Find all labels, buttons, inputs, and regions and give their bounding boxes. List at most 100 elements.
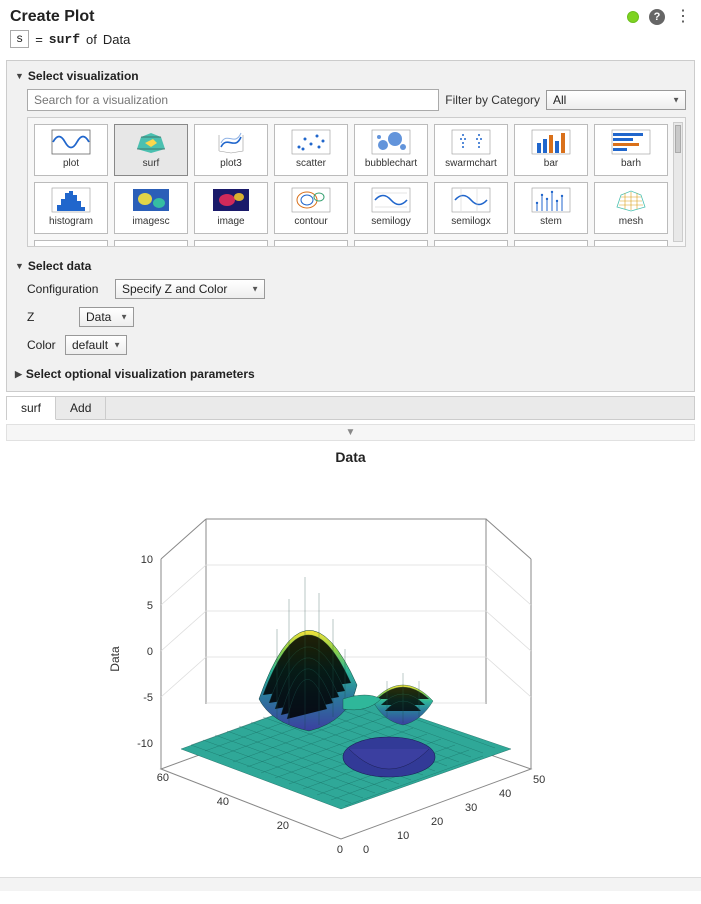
output-variable-box[interactable]: s bbox=[10, 30, 29, 48]
y-tick: 40 bbox=[216, 796, 228, 808]
viz-more[interactable] bbox=[434, 240, 508, 247]
viz-label: imagesc bbox=[132, 216, 169, 227]
y-tick: 60 bbox=[156, 772, 168, 784]
viz-label: plot bbox=[63, 158, 79, 169]
collapse-triangle-icon: ▼ bbox=[15, 71, 24, 81]
panel-collapse-handle[interactable]: ▼ bbox=[6, 424, 695, 441]
viz-barh[interactable]: barh bbox=[594, 124, 668, 176]
function-name: surf bbox=[49, 32, 80, 47]
filter-label: Filter by Category bbox=[445, 93, 540, 107]
y-tick: 20 bbox=[276, 820, 288, 832]
bubblechart-icon bbox=[371, 128, 411, 156]
histogram-icon bbox=[51, 186, 91, 214]
kebab-menu-icon[interactable]: ⋮ bbox=[675, 9, 691, 25]
z-tick: -5 bbox=[143, 692, 153, 704]
select-data-header[interactable]: ▼ Select data bbox=[15, 257, 686, 275]
select-params-header[interactable]: ▶ Select optional visualization paramete… bbox=[15, 365, 686, 383]
plot-preview: Data bbox=[12, 449, 689, 869]
color-label: Color bbox=[27, 338, 57, 352]
help-icon[interactable]: ? bbox=[649, 9, 665, 25]
filter-category-select[interactable]: All bbox=[546, 90, 686, 110]
viz-bubblechart[interactable]: bubblechart bbox=[354, 124, 428, 176]
config-panel: ▼ Select visualization Filter by Categor… bbox=[6, 60, 695, 392]
scrollbar-thumb[interactable] bbox=[675, 125, 681, 153]
search-input[interactable] bbox=[27, 89, 439, 111]
z-tick: 5 bbox=[146, 600, 152, 612]
gallery-scrollbar[interactable] bbox=[673, 122, 683, 242]
status-bar bbox=[0, 877, 701, 891]
viz-label: mesh bbox=[619, 216, 643, 227]
viz-mesh[interactable]: mesh bbox=[594, 182, 668, 234]
z-tick: 0 bbox=[146, 646, 152, 658]
viz-more[interactable] bbox=[274, 240, 348, 247]
viz-label: plot3 bbox=[220, 158, 242, 169]
color-select[interactable]: default bbox=[65, 335, 127, 355]
viz-contour[interactable]: contour bbox=[274, 182, 348, 234]
of-text: of bbox=[86, 32, 97, 47]
semilogy-icon bbox=[371, 186, 411, 214]
expand-triangle-icon: ▶ bbox=[15, 369, 22, 380]
viz-label: histogram bbox=[49, 216, 93, 227]
viz-image[interactable]: image bbox=[194, 182, 268, 234]
z-tick: 10 bbox=[140, 554, 152, 566]
swarmchart-icon bbox=[451, 128, 491, 156]
visualization-gallery: plot surf plot3 scatter bubblechart swar… bbox=[27, 117, 686, 247]
viz-label: swarmchart bbox=[445, 158, 497, 169]
viz-more[interactable] bbox=[34, 240, 108, 247]
viz-more[interactable] bbox=[114, 240, 188, 247]
viz-more[interactable] bbox=[194, 240, 268, 247]
x-tick: 20 bbox=[431, 816, 443, 828]
x-tick: 10 bbox=[397, 830, 409, 842]
mesh-icon bbox=[611, 186, 651, 214]
z-axis-label: Data bbox=[108, 646, 122, 672]
viz-stem[interactable]: stem bbox=[514, 182, 588, 234]
viz-semilogx[interactable]: semilogx bbox=[434, 182, 508, 234]
scatter-icon bbox=[291, 128, 331, 156]
viz-more[interactable] bbox=[354, 240, 428, 247]
plot3-icon bbox=[211, 128, 251, 156]
viz-scatter[interactable]: scatter bbox=[274, 124, 348, 176]
barh-icon bbox=[611, 128, 651, 156]
viz-label: bar bbox=[544, 158, 558, 169]
semilogx-icon bbox=[451, 186, 491, 214]
bar-icon bbox=[531, 128, 571, 156]
viz-label: image bbox=[217, 216, 244, 227]
plot-title: Data bbox=[12, 449, 689, 465]
viz-plot3[interactable]: plot3 bbox=[194, 124, 268, 176]
equals-sign: = bbox=[35, 32, 43, 47]
viz-swarmchart[interactable]: swarmchart bbox=[434, 124, 508, 176]
viz-label: barh bbox=[621, 158, 641, 169]
status-indicator-icon bbox=[627, 11, 639, 23]
viz-label: contour bbox=[294, 216, 327, 227]
viz-label: bubblechart bbox=[365, 158, 417, 169]
imagesc-icon bbox=[131, 186, 171, 214]
plot-tabs: surf Add bbox=[6, 396, 695, 420]
contour-icon bbox=[291, 186, 331, 214]
configuration-label: Configuration bbox=[27, 282, 107, 296]
select-data-label: Select data bbox=[28, 259, 91, 273]
stem-icon bbox=[531, 186, 571, 214]
viz-semilogy[interactable]: semilogy bbox=[354, 182, 428, 234]
page-title: Create Plot bbox=[10, 8, 627, 26]
viz-histogram[interactable]: histogram bbox=[34, 182, 108, 234]
tab-add[interactable]: Add bbox=[56, 397, 106, 419]
viz-more[interactable] bbox=[514, 240, 588, 247]
viz-plot[interactable]: plot bbox=[34, 124, 108, 176]
configuration-select[interactable]: Specify Z and Color bbox=[115, 279, 265, 299]
viz-bar[interactable]: bar bbox=[514, 124, 588, 176]
z-label: Z bbox=[27, 310, 57, 324]
data-variable-name: Data bbox=[103, 32, 130, 47]
viz-more[interactable] bbox=[594, 240, 668, 247]
surf-icon bbox=[131, 128, 171, 156]
tab-surf[interactable]: surf bbox=[7, 397, 56, 420]
x-tick: 0 bbox=[363, 844, 369, 856]
y-tick: 0 bbox=[336, 844, 342, 856]
x-tick: 50 bbox=[533, 774, 545, 786]
viz-imagesc[interactable]: imagesc bbox=[114, 182, 188, 234]
expression-summary: s = surf of Data bbox=[0, 30, 701, 56]
viz-label: semilogy bbox=[371, 216, 410, 227]
z-select[interactable]: Data bbox=[79, 307, 134, 327]
viz-surf[interactable]: surf bbox=[114, 124, 188, 176]
select-visualization-header[interactable]: ▼ Select visualization bbox=[15, 67, 686, 85]
select-params-label: Select optional visualization parameters bbox=[26, 367, 255, 381]
